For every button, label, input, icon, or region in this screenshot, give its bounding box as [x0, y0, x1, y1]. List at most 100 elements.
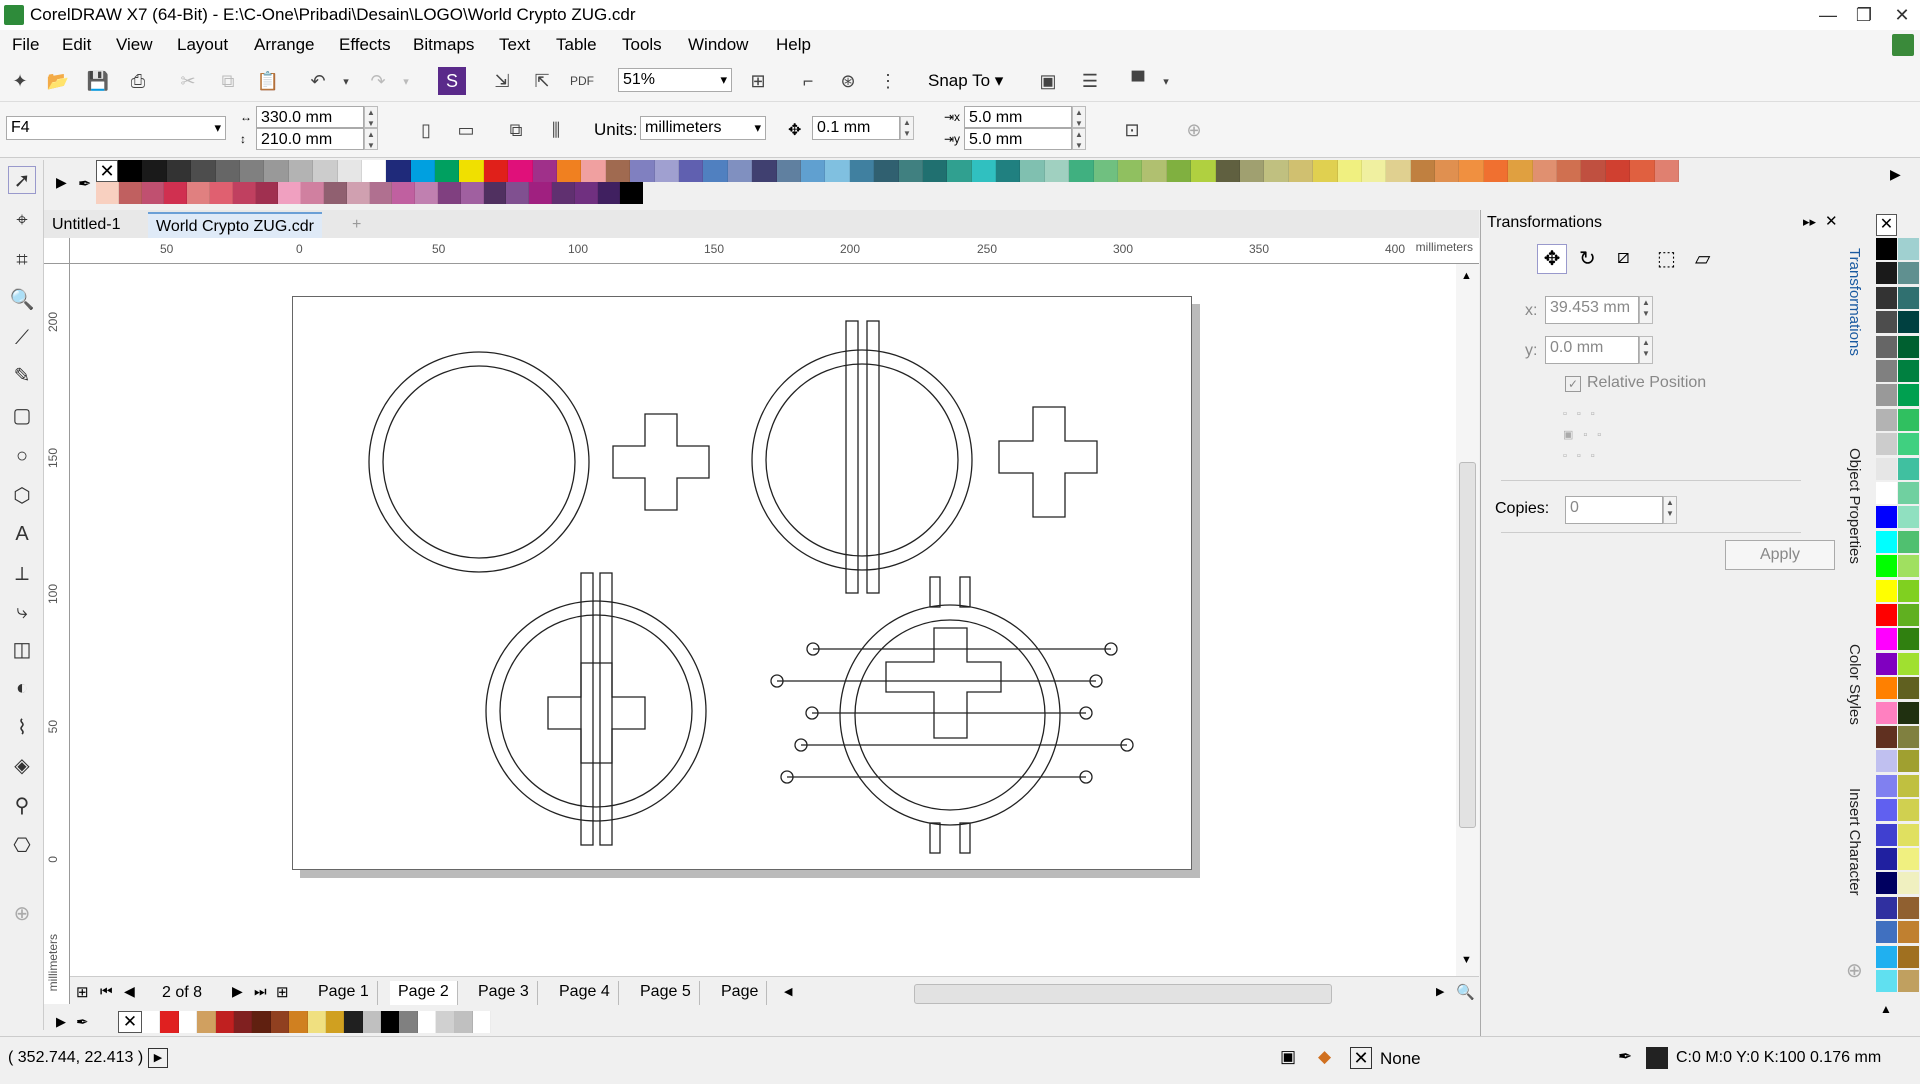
page-height-input[interactable]: 210.0 mm	[256, 128, 364, 150]
current-page-icon[interactable]: ⫼	[542, 116, 570, 144]
color-swatch[interactable]	[1898, 774, 1919, 797]
color-swatch[interactable]	[1898, 604, 1919, 626]
color-swatch[interactable]	[1215, 160, 1240, 182]
palette-right-scroll-icon[interactable]: ▶	[1890, 166, 1901, 183]
color-swatch[interactable]	[1898, 726, 1919, 748]
color-swatch[interactable]	[1876, 335, 1897, 358]
menu-tools[interactable]: Tools	[622, 35, 662, 55]
color-swatch[interactable]	[1118, 160, 1143, 182]
color-swatch[interactable]	[1459, 160, 1484, 182]
previous-page-icon[interactable]: ◀	[124, 983, 135, 1000]
color-swatch[interactable]	[142, 1011, 161, 1033]
undo-icon[interactable]: ↶	[304, 67, 332, 95]
color-swatch[interactable]	[473, 1011, 492, 1033]
color-swatch[interactable]	[118, 182, 142, 204]
color-swatch[interactable]	[160, 1011, 179, 1033]
color-swatch[interactable]	[1581, 160, 1606, 182]
color-swatch[interactable]	[166, 160, 192, 182]
color-swatch[interactable]	[164, 182, 188, 204]
landscape-icon[interactable]: ▭	[452, 116, 480, 144]
smart-fill-icon[interactable]: ⚲	[8, 792, 36, 820]
duplicate-y-input[interactable]: 5.0 mm	[964, 128, 1072, 150]
color-swatch[interactable]	[1876, 530, 1897, 553]
menu-effects[interactable]: Effects	[339, 35, 391, 55]
vertical-scroll-thumb[interactable]	[1459, 462, 1476, 828]
duplicate-y-spinner[interactable]: ▲ ▼	[1072, 128, 1086, 150]
color-swatch[interactable]	[1532, 160, 1558, 182]
color-swatch[interactable]	[849, 160, 875, 182]
color-swatch[interactable]	[1898, 921, 1919, 944]
color-swatch[interactable]	[483, 182, 507, 204]
color-swatch[interactable]	[1410, 160, 1436, 182]
color-swatch[interactable]	[557, 160, 582, 182]
color-swatch[interactable]	[459, 160, 484, 182]
color-swatch[interactable]	[678, 160, 704, 182]
menu-edit[interactable]: Edit	[62, 35, 91, 55]
color-swatch[interactable]	[1876, 360, 1897, 382]
cut-icon[interactable]: ✂	[174, 67, 202, 95]
color-swatch[interactable]	[362, 1011, 382, 1033]
color-swatch[interactable]	[1876, 482, 1897, 504]
color-swatch[interactable]	[1876, 311, 1897, 334]
zoom-tool-icon[interactable]: 🔍	[8, 286, 36, 314]
color-swatch[interactable]	[346, 182, 370, 204]
color-swatch[interactable]	[1898, 238, 1919, 260]
color-swatch[interactable]	[1191, 160, 1216, 182]
color-swatch[interactable]	[1876, 701, 1897, 724]
color-swatch[interactable]	[270, 1011, 290, 1033]
color-swatch[interactable]	[1044, 160, 1070, 182]
color-swatch[interactable]	[752, 160, 777, 182]
color-swatch[interactable]	[1876, 921, 1897, 944]
color-swatch[interactable]	[1337, 160, 1362, 182]
color-swatch[interactable]	[255, 182, 279, 204]
menu-window[interactable]: Window	[688, 35, 748, 55]
color-swatch[interactable]	[1605, 160, 1631, 182]
nudge-spinner[interactable]: ▲ ▼	[900, 116, 914, 140]
ruler-origin[interactable]	[44, 238, 70, 264]
color-swatch[interactable]	[1142, 160, 1167, 182]
color-swatch[interactable]	[1898, 408, 1919, 431]
color-swatch[interactable]	[1898, 970, 1919, 992]
color-swatch[interactable]	[1898, 384, 1919, 407]
color-swatch[interactable]	[1898, 652, 1919, 675]
polygon-tool-icon[interactable]: ⬡	[8, 482, 36, 510]
page-tab-3[interactable]: Page 3	[470, 981, 538, 1005]
color-swatch[interactable]	[417, 1011, 437, 1033]
add-tool-icon[interactable]: ⊕	[8, 900, 36, 928]
color-swatch[interactable]	[323, 182, 347, 204]
undo-dropdown-icon[interactable]: ▾	[332, 67, 360, 95]
add-docker-icon[interactable]: ⊕	[1846, 958, 1863, 983]
color-swatch[interactable]	[361, 160, 387, 182]
color-swatch[interactable]	[971, 160, 997, 182]
scroll-left-icon[interactable]: ◀	[784, 985, 792, 998]
rectangle-tool-icon[interactable]: ▢	[8, 402, 36, 430]
ellipse-tool-icon[interactable]: ○	[8, 442, 36, 470]
paste-icon[interactable]: 📋	[254, 67, 282, 95]
color-swatch[interactable]	[1898, 701, 1919, 724]
color-swatch[interactable]	[1898, 433, 1919, 456]
color-swatch[interactable]	[1876, 628, 1897, 651]
color-swatch[interactable]	[191, 160, 216, 182]
color-swatch[interactable]	[415, 182, 438, 204]
color-swatch[interactable]	[1898, 677, 1919, 700]
new-tab-icon[interactable]: +	[344, 212, 369, 238]
menu-view[interactable]: View	[116, 35, 153, 55]
y-position-input[interactable]: 0.0 mm	[1545, 336, 1639, 364]
color-swatch[interactable]	[1876, 238, 1897, 260]
color-swatch[interactable]	[1898, 872, 1919, 895]
color-swatch[interactable]	[1876, 774, 1897, 797]
color-swatch[interactable]	[825, 160, 850, 182]
connector-tool-icon[interactable]: ⤷	[8, 598, 36, 626]
color-swatch[interactable]	[187, 182, 210, 204]
color-swatch[interactable]	[437, 182, 461, 204]
color-swatch[interactable]	[386, 160, 411, 182]
color-swatch[interactable]	[654, 160, 679, 182]
pick-tool-icon[interactable]: ➚	[8, 166, 36, 194]
document-palette-eyedropper-icon[interactable]: ✒	[76, 1013, 89, 1031]
color-swatch[interactable]	[454, 1011, 474, 1033]
color-swatch[interactable]	[1876, 750, 1897, 773]
color-swatch[interactable]	[1876, 823, 1897, 846]
status-expand-icon[interactable]: ▶	[148, 1048, 168, 1068]
copies-spinner[interactable]: ▲ ▼	[1663, 496, 1677, 524]
page-width-spinner[interactable]: ▲ ▼	[364, 106, 378, 128]
